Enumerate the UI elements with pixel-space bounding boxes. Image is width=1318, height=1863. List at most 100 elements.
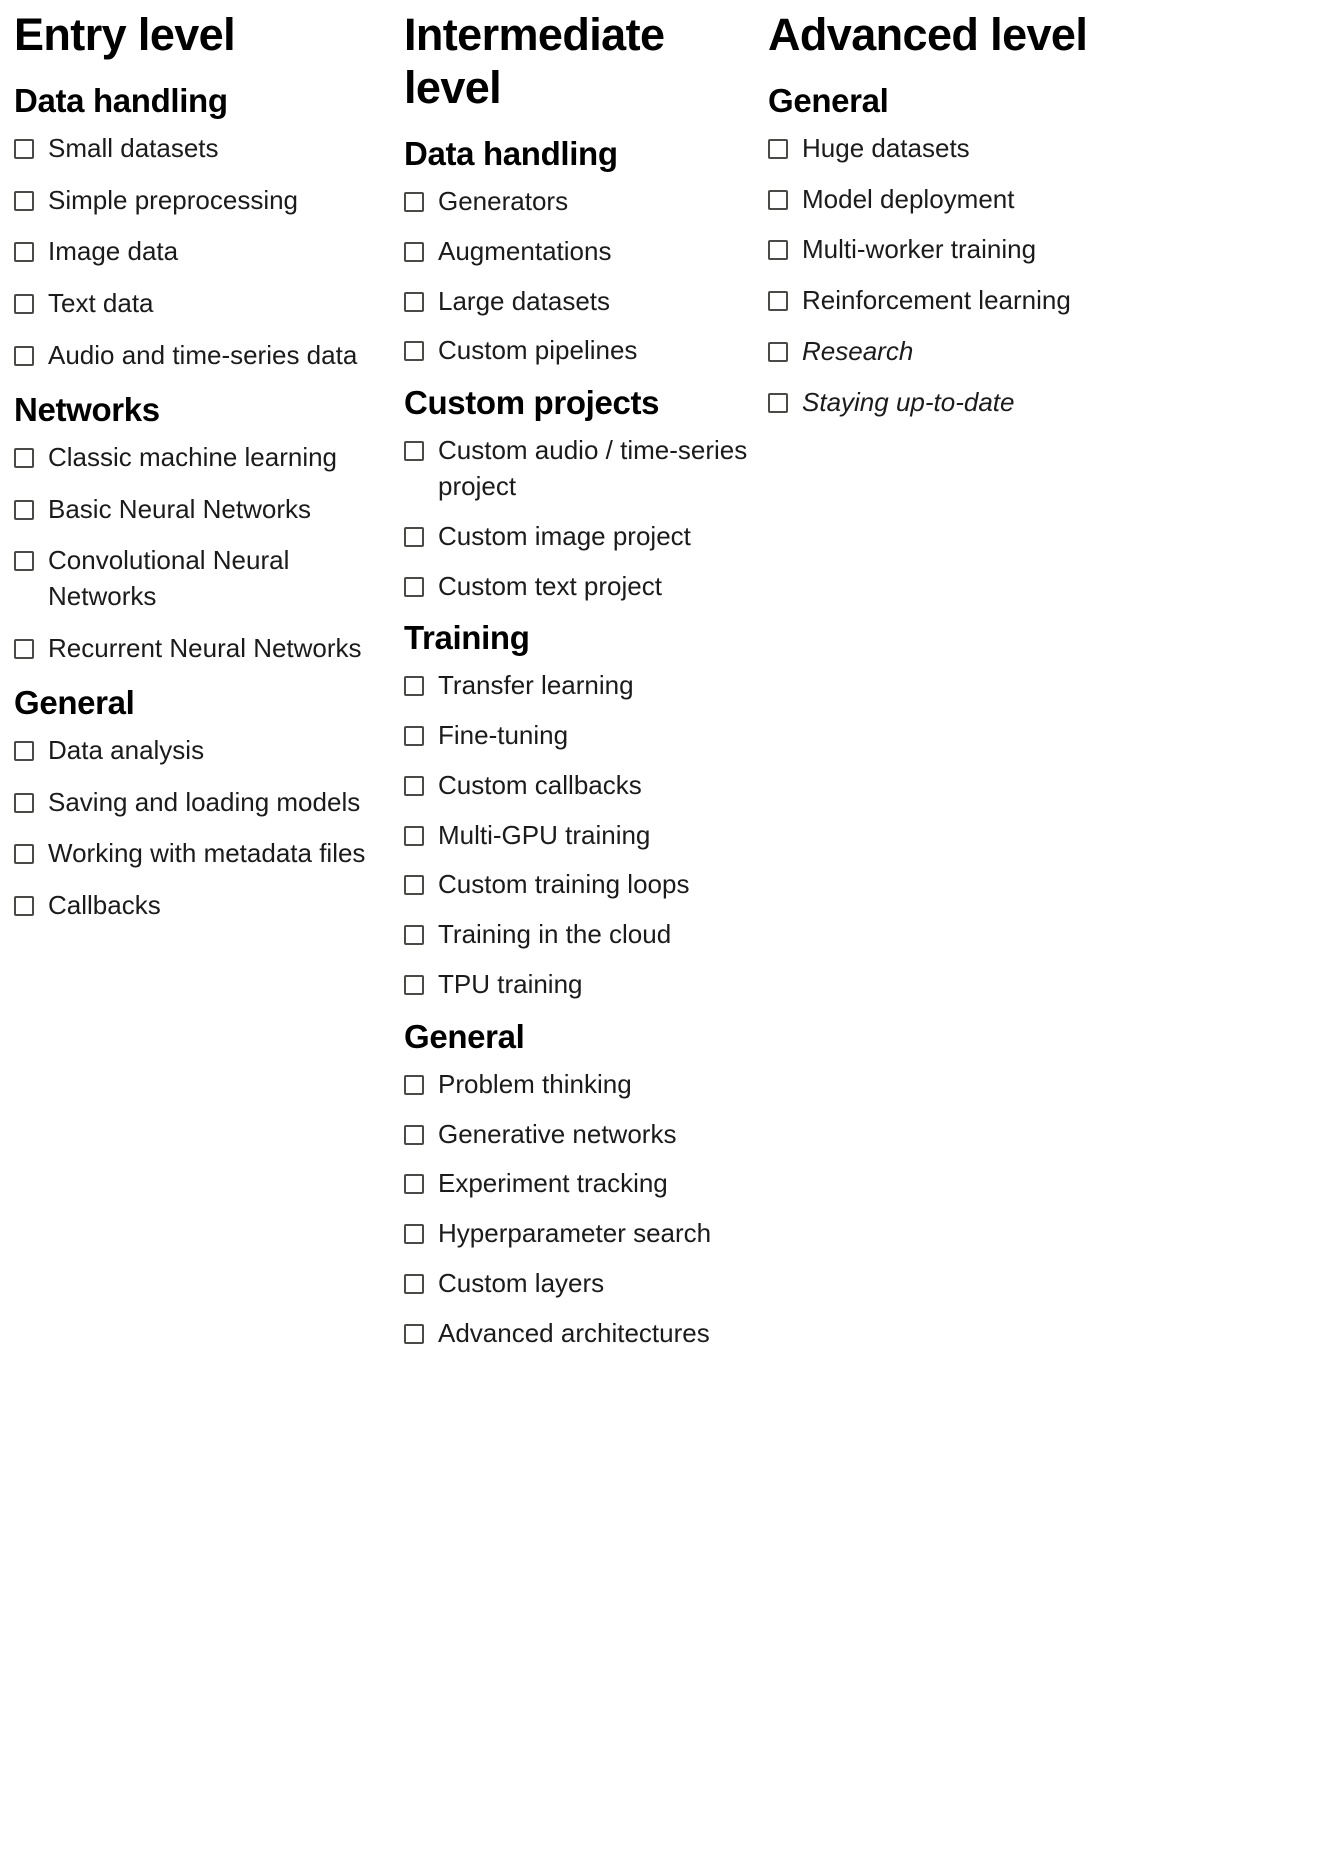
- checklist: Custom audio / time-series project Custo…: [404, 433, 748, 605]
- checkbox-icon[interactable]: [404, 925, 424, 946]
- list-item[interactable]: Saving and loading models: [14, 785, 386, 821]
- column-title: Advanced level: [768, 9, 1088, 60]
- list-item[interactable]: Callbacks: [14, 888, 386, 924]
- list-item[interactable]: Convolutional Neural Networks: [14, 543, 386, 615]
- checkbox-icon[interactable]: [404, 975, 424, 996]
- list-item[interactable]: Custom text project: [404, 569, 748, 605]
- list-item[interactable]: Custom pipelines: [404, 333, 748, 369]
- list-item[interactable]: Working with metadata files: [14, 836, 386, 872]
- checkbox-icon[interactable]: [14, 792, 34, 813]
- list-item[interactable]: Large datasets: [404, 284, 748, 320]
- list-item-label: Simple preprocessing: [48, 184, 299, 215]
- checkbox-icon[interactable]: [14, 551, 34, 572]
- section-general: General Problem thinking Generative netw…: [404, 1017, 748, 1352]
- list-item[interactable]: Model deployment: [768, 182, 1308, 218]
- list-item[interactable]: Image data: [14, 234, 386, 270]
- checkbox-icon[interactable]: [404, 576, 424, 597]
- checkbox-icon[interactable]: [404, 1274, 424, 1295]
- checkbox-icon[interactable]: [768, 189, 788, 210]
- section-title: Training: [404, 619, 530, 657]
- checkbox-icon[interactable]: [768, 240, 788, 261]
- list-item[interactable]: Staying up-to-date: [768, 385, 1308, 421]
- list-item[interactable]: Custom callbacks: [404, 768, 748, 804]
- checkbox-icon[interactable]: [404, 1174, 424, 1195]
- list-item[interactable]: Research: [768, 334, 1308, 370]
- column-advanced-level: Advanced level General Huge datasets Mod…: [758, 8, 1318, 436]
- list-item-label: Generative networks: [438, 1118, 677, 1149]
- checkbox-icon[interactable]: [768, 393, 788, 414]
- list-item[interactable]: Text data: [14, 286, 386, 322]
- list-item[interactable]: Recurrent Neural Networks: [14, 631, 386, 667]
- section-custom-projects: Custom projects Custom audio / time-seri…: [404, 383, 748, 604]
- list-item-label: Transfer learning: [438, 669, 634, 700]
- list-item[interactable]: Audio and time-series data: [14, 338, 386, 374]
- list-item[interactable]: Simple preprocessing: [14, 183, 386, 219]
- column-intermediate-level: Intermediate level Data handling Generat…: [396, 8, 758, 1366]
- list-item[interactable]: Custom image project: [404, 519, 748, 555]
- checkbox-icon[interactable]: [14, 499, 34, 520]
- list-item-label: Audio and time-series data: [48, 340, 358, 371]
- list-item-label: Data analysis: [48, 734, 205, 765]
- list-item[interactable]: Data analysis: [14, 733, 386, 769]
- checkbox-icon[interactable]: [14, 896, 34, 917]
- checkbox-icon[interactable]: [404, 341, 424, 362]
- list-item[interactable]: Training in the cloud: [404, 917, 748, 953]
- checkbox-icon[interactable]: [14, 447, 34, 468]
- list-item[interactable]: Generative networks: [404, 1117, 748, 1153]
- checkbox-icon[interactable]: [14, 639, 34, 660]
- list-item[interactable]: Custom layers: [404, 1266, 748, 1302]
- checkbox-icon[interactable]: [404, 675, 424, 696]
- list-item-label: Saving and loading models: [48, 786, 361, 817]
- list-item[interactable]: Experiment tracking: [404, 1166, 748, 1202]
- list-item[interactable]: Reinforcement learning: [768, 283, 1308, 319]
- list-item-label: Advanced architectures: [438, 1318, 710, 1349]
- list-item[interactable]: Classic machine learning: [14, 440, 386, 476]
- list-item[interactable]: Transfer learning: [404, 668, 748, 704]
- list-item-label: Custom pipelines: [438, 335, 638, 366]
- checkbox-icon[interactable]: [14, 346, 34, 367]
- checkbox-icon[interactable]: [14, 844, 34, 865]
- list-item[interactable]: Basic Neural Networks: [14, 492, 386, 528]
- checkbox-icon[interactable]: [404, 440, 424, 461]
- checkbox-icon[interactable]: [404, 1224, 424, 1245]
- checkbox-icon[interactable]: [404, 291, 424, 312]
- list-item[interactable]: Multi-worker training: [768, 232, 1308, 268]
- checkbox-icon[interactable]: [14, 190, 34, 211]
- checkbox-icon[interactable]: [404, 875, 424, 896]
- checkbox-icon[interactable]: [404, 191, 424, 212]
- section-networks: Networks Classic machine learning Basic …: [14, 390, 386, 667]
- checkbox-icon[interactable]: [768, 138, 788, 159]
- checkbox-icon[interactable]: [404, 241, 424, 262]
- list-item[interactable]: Generators: [404, 184, 748, 220]
- checkbox-icon[interactable]: [768, 291, 788, 312]
- list-item[interactable]: Custom audio / time-series project: [404, 433, 748, 505]
- checkbox-icon[interactable]: [14, 138, 34, 159]
- checkbox-icon[interactable]: [404, 1324, 424, 1345]
- section-title: Data handling: [14, 82, 228, 120]
- checkbox-icon[interactable]: [404, 1124, 424, 1145]
- checkbox-icon[interactable]: [404, 1074, 424, 1095]
- list-item[interactable]: Advanced architectures: [404, 1316, 748, 1352]
- list-item[interactable]: Small datasets: [14, 131, 386, 167]
- checkbox-icon[interactable]: [768, 342, 788, 363]
- list-item[interactable]: Hyperparameter search: [404, 1216, 748, 1252]
- list-item[interactable]: TPU training: [404, 967, 748, 1003]
- list-item[interactable]: Augmentations: [404, 234, 748, 270]
- checkbox-icon[interactable]: [404, 825, 424, 846]
- list-item-label: Research: [802, 336, 914, 367]
- list-item[interactable]: Fine-tuning: [404, 718, 748, 754]
- list-item[interactable]: Huge datasets: [768, 131, 1308, 167]
- list-item[interactable]: Multi-GPU training: [404, 818, 748, 854]
- checkbox-icon[interactable]: [14, 740, 34, 761]
- list-item-label: Callbacks: [48, 890, 161, 921]
- checkbox-icon[interactable]: [404, 526, 424, 547]
- checkbox-icon[interactable]: [14, 294, 34, 315]
- checkbox-icon[interactable]: [14, 242, 34, 263]
- list-item[interactable]: Problem thinking: [404, 1067, 748, 1103]
- list-item-label: Model deployment: [802, 183, 1015, 214]
- checkbox-icon[interactable]: [404, 775, 424, 796]
- checkbox-icon[interactable]: [404, 725, 424, 746]
- column-title: Entry level: [14, 9, 236, 60]
- list-item-label: Custom training loops: [438, 869, 690, 900]
- list-item[interactable]: Custom training loops: [404, 867, 748, 903]
